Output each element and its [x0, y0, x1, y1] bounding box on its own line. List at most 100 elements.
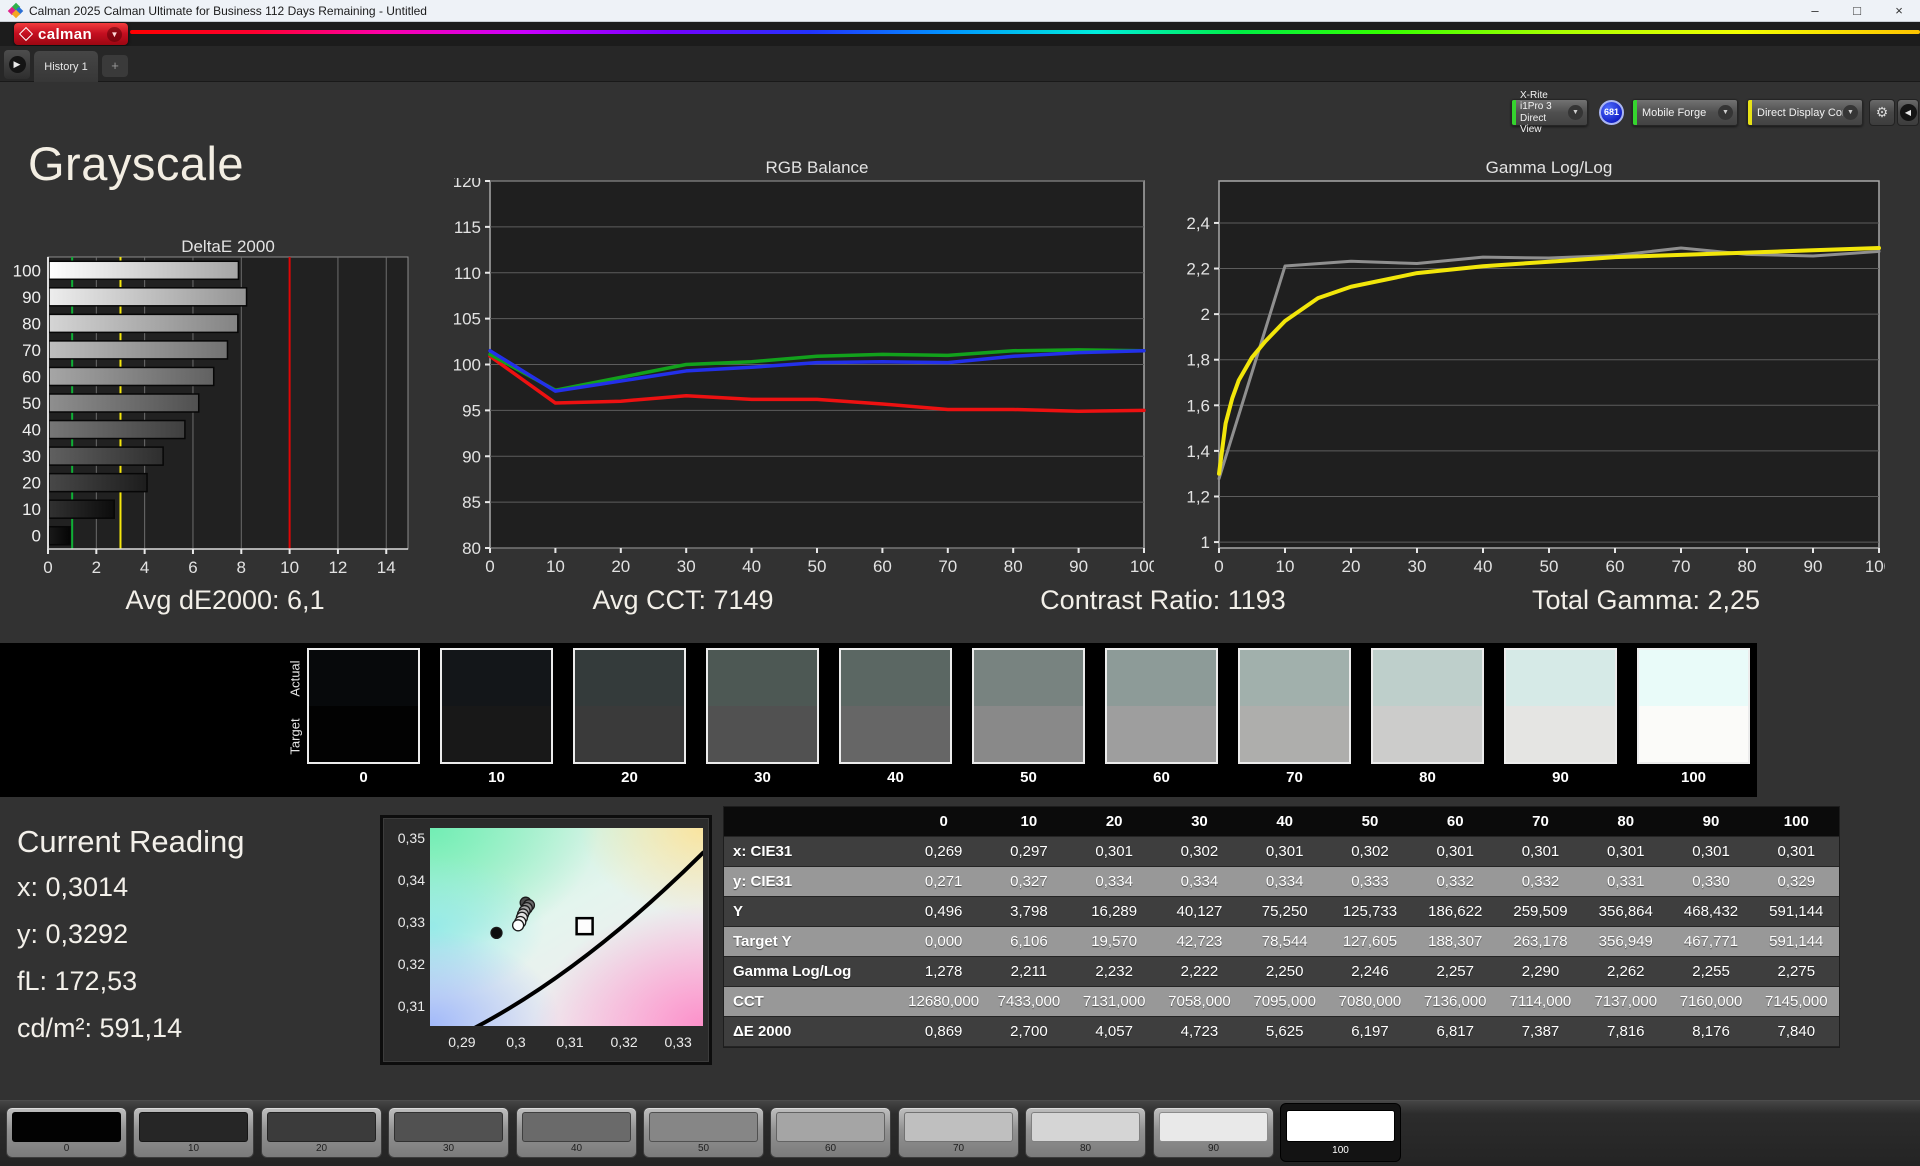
window-title: Calman 2025 Calman Ultimate for Business…: [29, 3, 427, 18]
value-cell: 12680,000: [908, 993, 980, 1010]
value-cell: 7058,000: [1168, 993, 1231, 1010]
patch-button-20[interactable]: 20: [261, 1107, 382, 1158]
patch-label: 60: [824, 1143, 837, 1154]
svg-text:40: 40: [742, 557, 761, 576]
display-control-dropdown[interactable]: Direct Display Control ▼: [1747, 99, 1863, 126]
patch-color-chip: [139, 1112, 248, 1142]
svg-text:1: 1: [1201, 533, 1210, 552]
patch-color-chip: [649, 1112, 758, 1142]
minimize-button[interactable]: –: [1794, 0, 1836, 21]
value-cell: 8,176: [1692, 1023, 1730, 1040]
svg-text:80: 80: [1004, 557, 1023, 576]
svg-text:1,4: 1,4: [1186, 442, 1210, 461]
patch-button-90[interactable]: 90: [1153, 1107, 1274, 1158]
svg-text:100: 100: [13, 261, 41, 280]
patch-button-60[interactable]: 60: [770, 1107, 891, 1158]
row-label-cell: Y: [733, 903, 744, 920]
patch-label: 50: [697, 1143, 710, 1154]
svg-text:20: 20: [611, 557, 630, 576]
patch-button-10[interactable]: 10: [133, 1107, 254, 1158]
add-tab-button[interactable]: +: [102, 55, 128, 77]
collapse-left-icon: ◀: [1899, 104, 1917, 121]
svg-text:2,2: 2,2: [1186, 260, 1210, 279]
value-cell: 0,302: [1180, 843, 1219, 860]
value-cell: 2,211: [1010, 963, 1048, 980]
patch-label: 90: [1207, 1143, 1220, 1154]
value-cell: 467,771: [1683, 933, 1739, 950]
value-cell: 0,869: [924, 1023, 963, 1040]
value-cell: 7145,000: [1765, 993, 1828, 1010]
value-cell: 0,334: [1180, 873, 1219, 890]
tab-history-1[interactable]: History 1: [34, 51, 98, 82]
actual-row-label: Actual: [287, 660, 303, 697]
value-cell: 0,297: [1010, 843, 1048, 860]
patch-button-40[interactable]: 40: [516, 1107, 637, 1158]
value-cell: 0,329: [1777, 873, 1816, 890]
svg-text:90: 90: [462, 447, 481, 466]
patch-button-100[interactable]: 100: [1280, 1103, 1401, 1162]
svg-text:40: 40: [1474, 557, 1493, 576]
chevron-down-icon: ▼: [1843, 105, 1858, 120]
grayscale-swatch-30: 30: [706, 648, 819, 786]
patch-color-chip: [904, 1112, 1013, 1142]
value-cell: 2,246: [1351, 963, 1389, 980]
value-cell: 7136,000: [1423, 993, 1487, 1010]
value-cell: 591,144: [1769, 903, 1824, 920]
layout-expander-button[interactable]: ▶: [4, 50, 30, 79]
svg-text:80: 80: [462, 539, 481, 558]
meter-reading-badge: 681: [1599, 100, 1624, 125]
deltae-chart-svg: 10090807060504030201000 2 4 6 8 10 12 14: [13, 256, 409, 577]
row-label-cell: [724, 807, 901, 836]
source-dropdown[interactable]: Mobile Forge ▼: [1632, 99, 1738, 126]
svg-text:0: 0: [485, 557, 494, 576]
svg-text:95: 95: [462, 401, 481, 420]
cie-y-tick-label: 0,34: [397, 872, 425, 889]
value-cell: 0,327: [1010, 873, 1048, 890]
measurement-table: 0 10 20 30 40 50 60 70 80 90 100 x: CIE31 0,269 0,297…: [723, 806, 1840, 1048]
value-cell: 20: [1105, 813, 1123, 830]
close-button[interactable]: ×: [1878, 0, 1920, 21]
grayscale-swatch-70: 70: [1238, 648, 1351, 786]
svg-text:105: 105: [454, 310, 481, 329]
meter-dropdown[interactable]: X-Rite i1Pro 3 Direct View ▼: [1511, 90, 1588, 135]
svg-text:20: 20: [22, 474, 41, 493]
value-cell: 80: [1617, 813, 1635, 830]
collapse-panel-button[interactable]: ◀: [1897, 99, 1919, 126]
calman-menu-button[interactable]: calman ▼: [14, 23, 128, 45]
svg-text:110: 110: [454, 264, 481, 283]
patch-button-50[interactable]: 50: [643, 1107, 764, 1158]
cie-y-tick-label: 0,32: [397, 955, 425, 972]
patch-label: 100: [1332, 1145, 1349, 1156]
stat-total-gamma: Total Gamma: 2,25: [1531, 585, 1761, 615]
value-cell: 2,275: [1777, 963, 1816, 980]
cie-x-tick-label: 0,3: [506, 1034, 526, 1050]
svg-text:70: 70: [22, 341, 41, 360]
value-cell: 0: [939, 813, 948, 830]
settings-button[interactable]: ⚙: [1869, 99, 1895, 126]
svg-text:0: 0: [32, 527, 41, 546]
value-cell: 0,331: [1606, 873, 1645, 890]
rgb-balance-chart-svg: 80 85 90 95 100 105 110 115 120 0 10 20 30 40 50 60 70 80…: [454, 178, 1154, 576]
value-cell: 10: [1020, 813, 1038, 830]
value-cell: 0,330: [1692, 873, 1730, 890]
svg-text:2: 2: [92, 558, 101, 577]
value-cell: 356,949: [1598, 933, 1653, 950]
patch-button-0[interactable]: 0: [6, 1107, 127, 1158]
row-label-cell: CCT: [733, 993, 764, 1010]
window-controls: – □ ×: [1794, 0, 1920, 21]
patch-button-80[interactable]: 80: [1025, 1107, 1146, 1158]
value-cell: 2,290: [1521, 963, 1560, 980]
svg-text:50: 50: [22, 394, 41, 413]
value-cell: 0,301: [1095, 843, 1133, 860]
value-cell: 16,289: [1091, 903, 1138, 920]
patch-color-chip: [776, 1112, 885, 1142]
patch-button-70[interactable]: 70: [898, 1107, 1019, 1158]
svg-text:60: 60: [22, 367, 41, 386]
value-cell: 0,000: [924, 933, 963, 950]
value-cell: 0,496: [924, 903, 963, 920]
logo-bar: calman ▼: [0, 22, 1920, 46]
maximize-button[interactable]: □: [1836, 0, 1878, 21]
deltae-chart-title: DeltaE 2000: [181, 237, 275, 256]
patch-button-30[interactable]: 30: [388, 1107, 509, 1158]
svg-text:90: 90: [1069, 557, 1088, 576]
